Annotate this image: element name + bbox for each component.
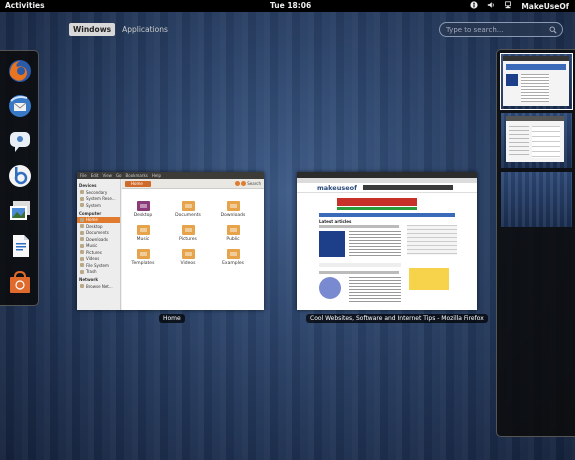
folder-downloads[interactable]: Downloads <box>218 201 248 218</box>
dash <box>0 50 39 306</box>
workspace-3[interactable] <box>501 172 572 227</box>
status-area: MakeUseOf <box>470 1 569 11</box>
user-menu[interactable]: MakeUseOf <box>521 2 569 11</box>
devices-header: Devices <box>79 183 97 188</box>
shotwell-icon[interactable] <box>5 196 34 225</box>
back-icon[interactable] <box>235 181 240 186</box>
forward-icon[interactable] <box>241 181 246 186</box>
workspace-switcher <box>496 49 575 437</box>
site-logo: makeuseof <box>317 184 357 192</box>
workspace-window-preview <box>506 116 564 162</box>
windows-tab[interactable]: Windows <box>69 23 116 36</box>
folder-templates[interactable]: Templates <box>128 249 158 266</box>
menu-bar: File Edit View Go Bookmarks Help <box>77 172 264 179</box>
folder-icon <box>226 225 240 235</box>
ad-banner <box>337 198 417 206</box>
firefox-window-thumbnail[interactable]: makeuseof Latest articles <box>297 172 477 310</box>
places-sidebar: Devices Secondary System Rese... System … <box>77 179 121 310</box>
folder-icon <box>181 201 195 211</box>
activities-button[interactable]: Activities <box>5 1 45 10</box>
article-text-2 <box>349 277 401 303</box>
folder-pictures[interactable]: Pictures <box>173 225 203 242</box>
search-button[interactable]: Search <box>247 181 261 186</box>
menu-edit[interactable]: Edit <box>91 173 99 178</box>
firefox-icon[interactable] <box>5 56 34 85</box>
folder-examples[interactable]: Examples <box>218 249 248 266</box>
workspace-background <box>501 172 572 227</box>
sidebar-ad <box>409 268 449 290</box>
folder-music[interactable]: Music <box>128 225 158 242</box>
folder-public[interactable]: Public <box>218 225 248 242</box>
accessibility-icon[interactable] <box>470 1 478 11</box>
article-title <box>319 225 399 228</box>
ubuntu-software-center-icon[interactable] <box>5 268 34 297</box>
sidebar-widget <box>407 225 457 255</box>
workspace-1[interactable] <box>500 53 573 110</box>
home-window-label: Home <box>159 314 185 323</box>
folder-icon <box>136 225 150 235</box>
libreoffice-writer-icon[interactable] <box>5 231 34 260</box>
site-nav <box>363 185 453 190</box>
article-text <box>349 231 401 257</box>
folder-documents[interactable]: Documents <box>173 201 203 218</box>
folder-icon <box>136 201 150 211</box>
volume-icon[interactable] <box>487 1 495 11</box>
webpage: makeuseof Latest articles <box>297 183 477 310</box>
folder-icon <box>136 249 150 259</box>
article-thumbnail <box>319 231 345 257</box>
computer-header: Computer <box>79 210 102 216</box>
top-panel: Activities Tue 18:06 MakeUseOf <box>0 0 575 12</box>
workspace-2[interactable] <box>501 113 572 168</box>
folder-desktop[interactable]: Desktop <box>128 201 158 218</box>
menu-go[interactable]: Go <box>116 173 122 178</box>
network-icon[interactable] <box>504 1 512 11</box>
location-bar: Home Search <box>122 179 264 189</box>
workspace-window-preview <box>503 56 569 106</box>
share-bar <box>319 263 401 267</box>
folder-icon <box>181 225 195 235</box>
file-view: Desktop Documents Downloads Music Pictur… <box>122 189 264 310</box>
menu-view[interactable]: View <box>102 173 112 178</box>
search-input[interactable] <box>446 25 546 34</box>
clock[interactable]: Tue 18:06 <box>270 1 311 10</box>
latest-articles-heading: Latest articles <box>319 219 352 224</box>
site-header: makeuseof <box>297 183 477 193</box>
sidebar-item-trash[interactable]: Trash <box>77 269 120 276</box>
folder-icon <box>226 249 240 259</box>
path-home-button[interactable]: Home <box>125 181 151 187</box>
category-bar <box>319 213 455 217</box>
home-window-thumbnail[interactable]: File Edit View Go Bookmarks Help Devices… <box>77 172 264 310</box>
folder-icon <box>181 249 195 259</box>
folder-icon <box>226 201 240 211</box>
menu-file[interactable]: File <box>80 173 87 178</box>
view-selector: Windows Applications <box>69 23 172 36</box>
folder-videos[interactable]: Videos <box>173 249 203 266</box>
empathy-icon[interactable] <box>5 126 34 155</box>
firefox-window-label: Cool Websites, Software and Internet Tip… <box>306 314 488 323</box>
promo-bar <box>337 207 417 210</box>
menu-bookmarks[interactable]: Bookmarks <box>126 173 148 178</box>
search-box <box>439 22 563 37</box>
sidebar-item-browse-network[interactable]: Browse Net... <box>77 283 120 290</box>
article-title-2 <box>319 271 399 274</box>
sidebar-item-system[interactable]: System <box>77 202 120 209</box>
thunderbird-icon[interactable] <box>5 91 34 120</box>
network-header: Network <box>79 277 99 282</box>
article-thumbnail-2 <box>319 277 341 299</box>
menu-help[interactable]: Help <box>152 173 161 178</box>
applications-tab[interactable]: Applications <box>118 23 172 36</box>
banshee-icon[interactable] <box>5 161 34 190</box>
